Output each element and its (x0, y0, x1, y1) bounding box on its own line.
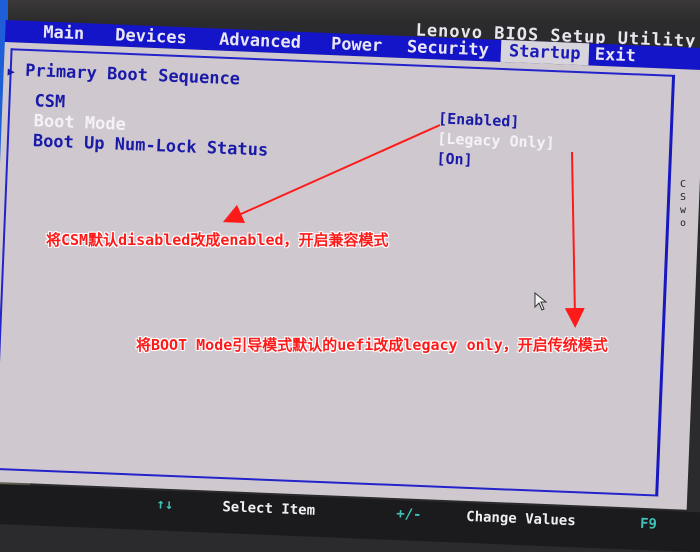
boot-mode-annotation: 将BOOT Mode引导模式默认的uefi改成legacy only，开启传统模… (136, 336, 608, 354)
arrow-to-csm-annotation (222, 124, 441, 224)
arrow-to-boot-mode-annotation (564, 151, 585, 328)
csm-annotation: 将CSM默认disabled改成enabled，开启兼容模式 (46, 231, 389, 249)
annotation-arrows (222, 124, 585, 328)
footer-key-f9: F9 (639, 515, 658, 533)
mouse-cursor-icon (534, 292, 548, 311)
help-panel-edge-text: CSwo (680, 179, 687, 229)
